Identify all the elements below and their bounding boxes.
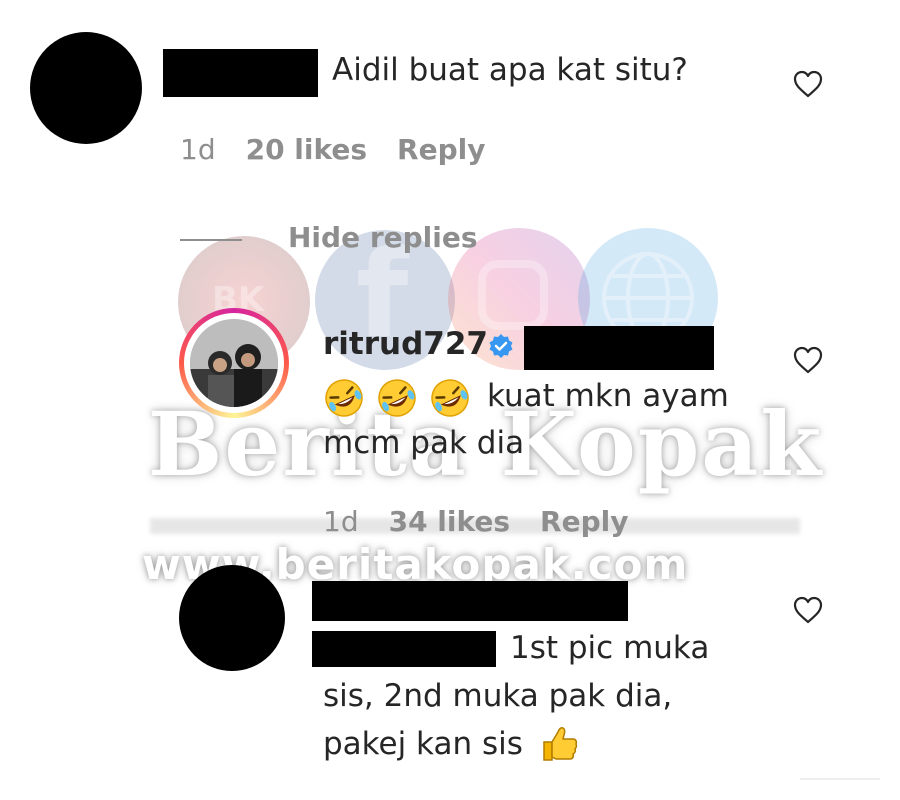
reply-text-line-3: pakej kan sis	[323, 726, 523, 762]
hide-replies-label[interactable]: Hide replies	[288, 221, 478, 254]
avatar-redacted[interactable]	[30, 32, 142, 144]
avatar-photo-icon	[190, 319, 278, 407]
divider	[800, 778, 880, 780]
reply-username[interactable]: ritrud727	[323, 326, 488, 362]
mention-redacted[interactable]	[524, 326, 714, 370]
heart-outline-icon[interactable]	[793, 346, 823, 374]
comment-time: 1d	[180, 133, 216, 166]
avatar-redacted[interactable]	[179, 565, 285, 671]
rolling-on-floor-laughing-emoji	[378, 379, 416, 417]
heart-outline-icon[interactable]	[793, 596, 823, 624]
hide-replies-line	[180, 239, 242, 241]
thumbs-up-emoji	[543, 727, 578, 761]
rolling-on-floor-laughing-emoji	[431, 379, 469, 417]
reply-meta: 1d 34 likes Reply	[323, 505, 658, 538]
comment-text: Aidil buat apa kat situ?	[332, 52, 688, 88]
reply-likes[interactable]: 34 likes	[389, 505, 510, 538]
watermark-instagram-glyph	[478, 260, 548, 330]
reply-time: 1d	[323, 505, 359, 538]
username-redacted[interactable]	[163, 49, 318, 97]
avatar[interactable]	[190, 319, 278, 407]
reply-button[interactable]: Reply	[540, 505, 628, 538]
reply-text-line-1: kuat mkn ayam	[487, 378, 729, 414]
heart-outline-icon[interactable]	[793, 70, 823, 98]
comment-meta: 1d 20 likes Reply	[180, 133, 515, 166]
mention-redacted[interactable]	[312, 631, 496, 667]
reply-text-line-2: mcm pak dia	[323, 425, 525, 461]
reply-text-line-1: 1st pic muka	[510, 630, 710, 666]
username-redacted[interactable]	[312, 581, 628, 621]
comment-likes[interactable]: 20 likes	[246, 133, 367, 166]
rolling-on-floor-laughing-emoji	[325, 379, 363, 417]
verified-badge-icon	[489, 334, 513, 358]
reply-button[interactable]: Reply	[397, 133, 485, 166]
reply-text-line-2: sis, 2nd muka pak dia,	[323, 678, 673, 714]
